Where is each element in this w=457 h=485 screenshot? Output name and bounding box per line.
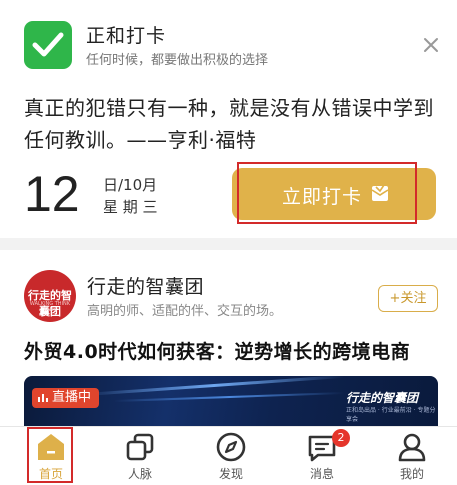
tab-label: 发现: [218, 467, 243, 481]
tab-discover[interactable]: 发现: [191, 427, 271, 485]
highlight-box: [27, 427, 73, 483]
article-headline[interactable]: 外贸4.0时代如何获客：逆势增长的跨境电商: [24, 337, 410, 364]
unread-badge: 2: [332, 429, 350, 447]
avatar[interactable]: 行走的智囊团 WALKING THINK TANK: [24, 270, 76, 322]
live-badge: 直播中: [32, 388, 100, 408]
live-bars-icon: [38, 394, 48, 402]
avatar-subtext: WALKING THINK TANK: [29, 301, 71, 313]
tab-profile[interactable]: 我的: [372, 427, 452, 485]
date-line: 日/10月: [103, 176, 158, 194]
checkmark-icon: [24, 21, 72, 69]
follow-button[interactable]: +关注: [378, 285, 438, 312]
app-name: 正和打卡: [86, 25, 167, 47]
compass-icon: [215, 431, 247, 463]
banner-subtext: 正和岛出品 · 行业最前沿 · 专题分享会: [346, 407, 436, 423]
account-description: 高明的师、适配的伴、交互的场。: [87, 304, 283, 319]
section-divider: [0, 238, 457, 250]
contacts-icon: [124, 431, 156, 463]
checkin-card: 正和打卡 任何时候，都要做出积极的选择 真正的犯错只有一种，就是没有从错误中学到…: [0, 0, 457, 238]
app-subtitle: 任何时候，都要做出积极的选择: [86, 53, 269, 68]
highlight-box: [237, 162, 417, 224]
tab-label: 人脉: [127, 467, 152, 481]
bottom-tab-bar: 首页 人脉 发现 2 消息 我的: [0, 426, 457, 485]
tab-messages[interactable]: 2 消息: [282, 427, 362, 485]
banner-brand: 行走的智囊团: [346, 391, 419, 405]
daily-quote: 真正的犯错只有一种，就是没有从错误中学到任何教训。——亨利·福特: [24, 96, 434, 152]
live-label: 直播中: [52, 390, 92, 405]
tab-label: 我的: [399, 467, 424, 481]
tab-contacts[interactable]: 人脉: [100, 427, 180, 485]
live-banner[interactable]: 直播中 行走的智囊团 正和岛出品 · 行业最前沿 · 专题分享会: [24, 376, 438, 426]
day-number: 12: [24, 166, 80, 222]
profile-icon: [396, 431, 428, 463]
close-icon[interactable]: [420, 34, 442, 56]
tab-label: 消息: [309, 467, 334, 481]
light-streak: [114, 391, 344, 403]
weekday: 星 期 三: [103, 198, 158, 216]
account-name[interactable]: 行走的智囊团: [87, 272, 204, 299]
date-meta: 日/10月 星 期 三: [103, 174, 158, 218]
